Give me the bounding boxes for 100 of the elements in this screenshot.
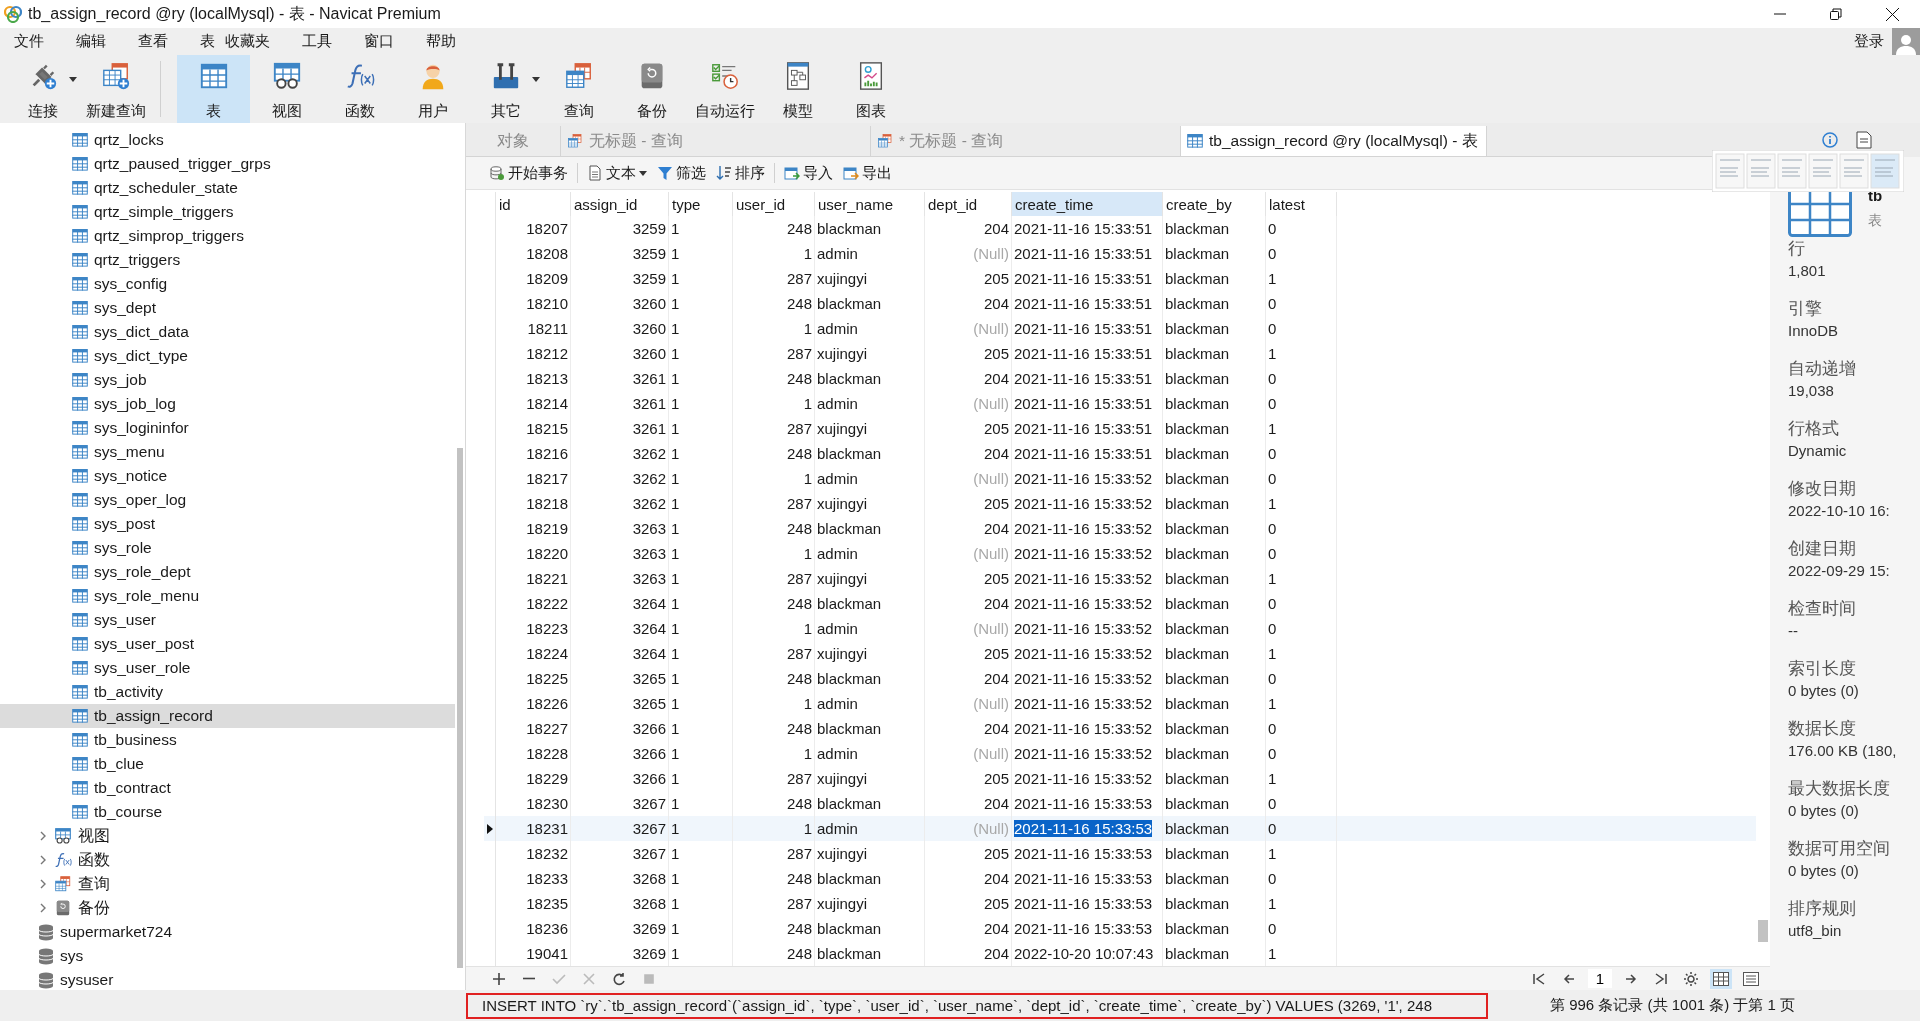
table-cell[interactable]: 3267 — [632, 820, 666, 837]
tree-item[interactable]: sys_user_post — [0, 632, 455, 656]
tree-item[interactable]: sys_menu — [0, 440, 455, 464]
table-cell[interactable]: 3261 — [632, 370, 666, 387]
table-cell[interactable]: 1 — [671, 620, 680, 637]
table-cell[interactable]: blackman — [817, 520, 882, 537]
table-cell[interactable]: blackman — [817, 295, 882, 312]
table-cell[interactable]: 18221 — [526, 570, 568, 587]
column-header[interactable]: create_time — [1012, 192, 1163, 216]
toolbar-button[interactable]: 导入 — [779, 163, 838, 183]
table-cell[interactable]: 248 — [786, 520, 812, 537]
column-header[interactable]: dept_id — [925, 192, 1012, 216]
table-cell[interactable]: 3259 — [632, 270, 666, 287]
table-cell[interactable]: 204 — [983, 795, 1009, 812]
table-cell[interactable]: 205 — [983, 770, 1009, 787]
table-row[interactable]: 18231 3267 1 1 admin (Null) 2021-11-16 15:33:53 blackman 0 — [484, 816, 1756, 841]
table-cell[interactable]: 1 — [1268, 420, 1277, 437]
table-cell[interactable]: 248 — [786, 920, 812, 937]
table-cell[interactable]: 0 — [1268, 470, 1277, 487]
tree-item[interactable]: tb_clue — [0, 752, 455, 776]
table-cell[interactable]: 205 — [983, 645, 1009, 662]
table-row[interactable]: 18208 3259 1 1 admin (Null) 2021-11-16 15:33:51 blackman 0 — [484, 241, 1756, 266]
table-cell[interactable]: admin — [817, 245, 858, 262]
toolbar-button[interactable]: 查询 — [542, 55, 615, 123]
table-cell[interactable]: 204 — [983, 370, 1009, 387]
table-cell[interactable]: 18224 — [526, 645, 568, 662]
table-cell[interactable]: admin — [817, 745, 858, 762]
table-row[interactable]: 18227 3266 1 248 blackman 204 2021-11-16 15:33:52 blackman 0 — [484, 716, 1756, 741]
table-cell[interactable]: 248 — [786, 370, 812, 387]
table-cell[interactable]: 3263 — [632, 520, 666, 537]
table-cell[interactable]: 3260 — [632, 345, 666, 362]
table-cell[interactable]: 1 — [671, 245, 680, 262]
table-cell[interactable]: 1 — [671, 270, 680, 287]
chevron-right-icon[interactable] — [38, 879, 48, 889]
table-cell[interactable]: 2021-11-16 15:33:51 — [1014, 395, 1153, 412]
table-cell[interactable]: 1 — [803, 745, 812, 762]
table-cell[interactable]: 1 — [671, 720, 680, 737]
table-cell[interactable]: 204 — [983, 295, 1009, 312]
table-cell[interactable]: 2021-11-16 15:33:52 — [1014, 545, 1153, 562]
table-cell[interactable]: 3266 — [632, 770, 666, 787]
tree-item[interactable]: qrtz_paused_trigger_grps — [0, 152, 455, 176]
table-cell[interactable]: blackman — [817, 920, 882, 937]
menu-item[interactable]: 窗口 — [354, 32, 404, 51]
table-cell[interactable]: 3259 — [632, 245, 666, 262]
chevron-right-icon[interactable] — [38, 831, 48, 841]
table-cell[interactable]: 1 — [1268, 695, 1277, 712]
table-cell[interactable]: 19041 — [526, 945, 568, 962]
table-cell[interactable]: blackman — [1165, 420, 1230, 437]
table-row[interactable]: 18221 3263 1 287 xujingyi 205 2021-11-16 15:33:52 blackman 1 — [484, 566, 1756, 591]
tree-item[interactable]: sys_role — [0, 536, 455, 560]
tree-item[interactable]: sysuser — [0, 968, 455, 990]
table-cell[interactable]: 248 — [786, 670, 812, 687]
table-row[interactable]: 18214 3261 1 1 admin (Null) 2021-11-16 15:33:51 blackman 0 — [484, 391, 1756, 416]
table-cell[interactable]: 3264 — [632, 620, 666, 637]
table-cell[interactable]: admin — [817, 320, 858, 337]
table-cell[interactable]: blackman — [1165, 595, 1230, 612]
table-cell[interactable]: 0 — [1268, 295, 1277, 312]
table-row[interactable]: 18209 3259 1 287 xujingyi 205 2021-11-16 15:33:51 blackman 1 — [484, 266, 1756, 291]
column-header[interactable]: type — [669, 192, 733, 216]
menu-item[interactable]: 编辑 — [66, 32, 116, 51]
grid-view-button[interactable] — [1710, 968, 1732, 989]
table-cell[interactable]: 2021-11-16 15:33:52 — [1014, 570, 1153, 587]
table-cell[interactable]: 2021-11-16 15:33:51 — [1014, 320, 1153, 337]
table-cell[interactable]: blackman — [1165, 545, 1230, 562]
table-cell[interactable]: 2021-11-16 15:33:51 — [1014, 345, 1153, 362]
table-cell[interactable]: 1 — [671, 770, 680, 787]
tree-item[interactable]: sys_job_log — [0, 392, 455, 416]
table-cell[interactable]: 287 — [786, 420, 812, 437]
toolbar-button[interactable]: 开始事务 — [484, 163, 573, 183]
menu-item[interactable]: 工具 — [292, 32, 342, 51]
tree-item[interactable]: qrtz_scheduler_state — [0, 176, 455, 200]
table-cell[interactable]: 2021-11-16 15:33:52 — [1014, 595, 1153, 612]
table-cell[interactable]: 18222 — [526, 595, 568, 612]
toolbar-button[interactable]: 用户 — [396, 55, 469, 123]
table-cell[interactable]: 0 — [1268, 820, 1277, 837]
table-cell[interactable]: 205 — [983, 345, 1009, 362]
table-cell[interactable]: 287 — [786, 895, 812, 912]
table-cell[interactable]: 2021-11-16 15:33:52 — [1014, 745, 1153, 762]
table-cell[interactable]: 3265 — [632, 695, 666, 712]
table-cell[interactable]: blackman — [1165, 845, 1230, 862]
table-cell[interactable]: xujingyi — [817, 770, 868, 787]
table-cell[interactable]: xujingyi — [817, 270, 868, 287]
table-cell[interactable]: 1 — [671, 820, 680, 837]
table-cell[interactable]: blackman — [1165, 895, 1230, 912]
table-cell[interactable]: 1 — [671, 545, 680, 562]
table-cell[interactable]: 18210 — [526, 295, 568, 312]
table-cell[interactable]: 18217 — [526, 470, 568, 487]
table-cell[interactable]: blackman — [817, 445, 882, 462]
tree-item[interactable]: 查询 — [0, 872, 455, 896]
table-cell[interactable]: 1 — [671, 520, 680, 537]
table-cell[interactable]: 205 — [983, 570, 1009, 587]
table-cell[interactable]: blackman — [817, 370, 882, 387]
table-cell[interactable]: 0 — [1268, 370, 1277, 387]
table-cell[interactable]: 18233 — [526, 870, 568, 887]
table-cell[interactable]: 205 — [983, 845, 1009, 862]
table-cell[interactable]: 1 — [671, 295, 680, 312]
table-cell[interactable]: blackman — [1165, 720, 1230, 737]
page-field[interactable]: 1 — [1588, 969, 1612, 988]
table-cell[interactable]: 1 — [671, 870, 680, 887]
table-cell[interactable]: blackman — [1165, 345, 1230, 362]
